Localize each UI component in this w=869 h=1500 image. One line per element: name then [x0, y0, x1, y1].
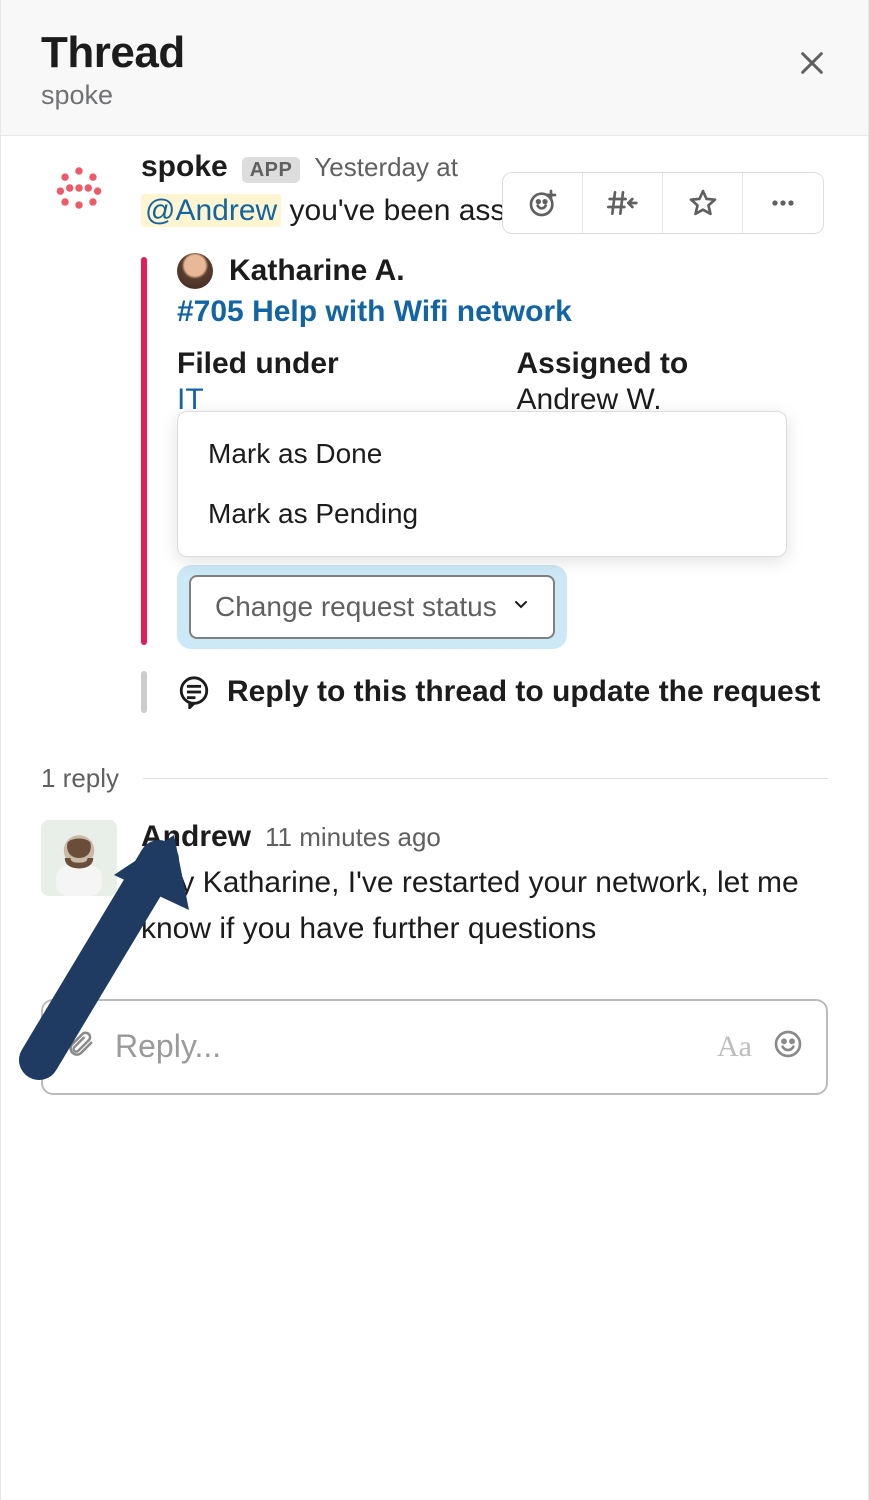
app-badge: APP — [242, 157, 301, 183]
more-actions-button[interactable] — [743, 173, 823, 233]
requester-name: Katharine A. — [229, 254, 405, 288]
reply-message: Andrew 11 minutes ago Hey Katharine, I'v… — [1, 794, 868, 953]
reply-avatar — [41, 820, 117, 896]
reply-sender-name[interactable]: Andrew — [141, 820, 251, 854]
ticket-link[interactable]: #705 Help with Wifi network — [177, 295, 828, 329]
reply-count: 1 reply — [41, 763, 119, 794]
change-status-label: Change request status — [215, 591, 497, 623]
reply-count-row: 1 reply — [1, 735, 868, 794]
reply-timestamp[interactable]: 11 minutes ago — [265, 822, 441, 853]
chevron-down-icon — [513, 596, 529, 617]
reply-text: Hey Katharine, I've restarted your netwo… — [141, 860, 828, 953]
message-actions — [502, 172, 824, 234]
field-label-filed-under: Filed under — [177, 347, 489, 381]
attachment-icon[interactable] — [65, 1027, 95, 1066]
star-button[interactable] — [663, 173, 743, 233]
reply-composer[interactable]: Reply... Aa — [41, 999, 828, 1095]
formatting-icon[interactable]: Aa — [717, 1030, 752, 1064]
add-reaction-button[interactable] — [503, 173, 583, 233]
reply-hint-text: Reply to this thread to update the reque… — [227, 671, 820, 713]
composer-placeholder: Reply... — [115, 1028, 697, 1065]
avatar — [41, 150, 117, 226]
thread-channel[interactable]: spoke — [41, 80, 185, 111]
thread-title: Thread — [41, 28, 185, 78]
requester-avatar — [177, 253, 213, 289]
emoji-icon[interactable] — [772, 1028, 804, 1065]
field-label-assigned-to: Assigned to — [517, 347, 829, 381]
reply-hint: Reply to this thread to update the reque… — [141, 671, 828, 713]
change-status-button[interactable]: Change request status — [189, 575, 555, 639]
thread-reply-icon — [177, 675, 211, 709]
sender-name[interactable]: spoke — [141, 150, 228, 184]
message-timestamp[interactable]: Yesterday at — [314, 152, 458, 183]
divider — [143, 778, 828, 779]
dropdown-item-mark-done[interactable]: Mark as Done — [178, 424, 786, 484]
dropdown-item-mark-pending[interactable]: Mark as Pending — [178, 484, 786, 544]
thread-panel: Thread spoke spoke — [0, 0, 869, 1500]
user-mention[interactable]: @Andrew — [141, 194, 281, 227]
close-icon[interactable] — [796, 46, 828, 89]
thread-header: Thread spoke — [1, 0, 868, 136]
ticket-attachment: Katharine A. #705 Help with Wifi network… — [141, 253, 828, 649]
share-to-channel-button[interactable] — [583, 173, 663, 233]
status-dropdown-menu: Mark as Done Mark as Pending — [177, 411, 787, 557]
